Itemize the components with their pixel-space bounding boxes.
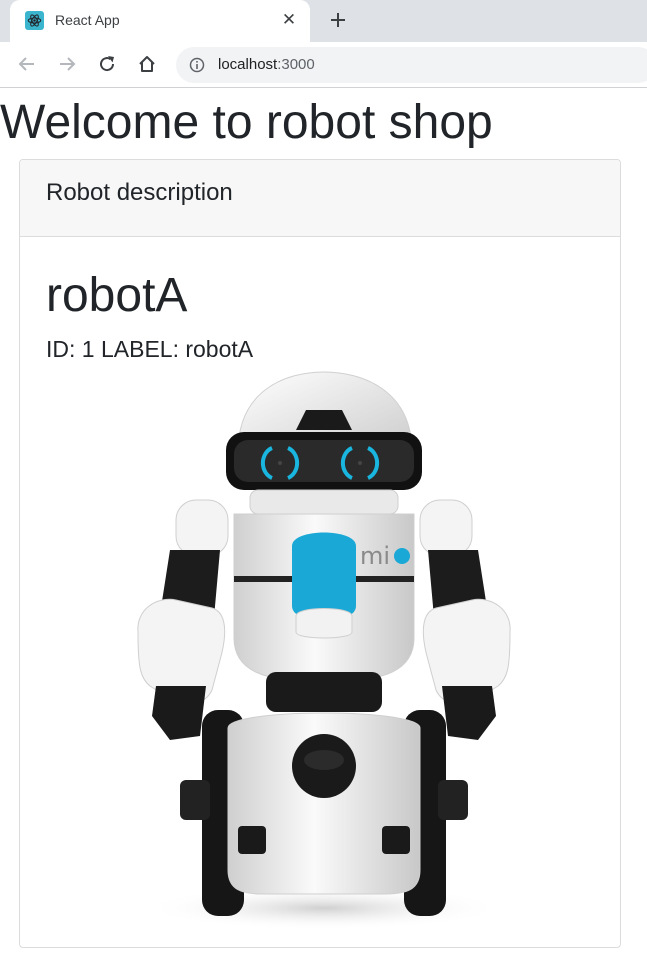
forward-icon: [60, 57, 76, 71]
robot-id-label: ID:: [46, 336, 76, 362]
card-header-title: Robot description: [46, 179, 233, 206]
close-icon[interactable]: ✕: [278, 9, 300, 31]
page-title: Welcome to robot shop: [0, 96, 493, 149]
card-body: robotA ID: 1 LABEL: robotA: [20, 237, 620, 363]
forward-button[interactable]: [55, 52, 79, 76]
plus-icon: [331, 13, 345, 27]
svg-text:mi: mi: [360, 542, 390, 570]
react-atom-icon: [25, 11, 44, 30]
card-header: Robot description: [20, 160, 620, 237]
home-button[interactable]: [135, 52, 159, 76]
address-bar[interactable]: localhost:3000: [176, 47, 647, 83]
reload-icon: [100, 56, 115, 72]
url-host: localhost: [218, 56, 278, 73]
robot-image: mi: [137, 371, 511, 930]
back-icon: [18, 57, 34, 71]
robot-id: 1: [81, 336, 95, 362]
robot-meta: ID: 1 LABEL: robotA: [46, 335, 594, 363]
browser-tab[interactable]: React App ✕: [10, 0, 310, 42]
browser-toolbar: localhost:3000: [0, 42, 647, 88]
url-text[interactable]: localhost:3000: [218, 56, 315, 73]
robot-label-label: LABEL:: [100, 336, 179, 362]
home-icon: [139, 56, 155, 72]
back-button[interactable]: [15, 52, 39, 76]
reload-button[interactable]: [95, 52, 119, 76]
browser-tabstrip: React App ✕: [0, 0, 647, 42]
robot-name: robotA: [46, 269, 188, 322]
url-port: :3000: [277, 56, 315, 73]
info-icon[interactable]: [189, 57, 205, 73]
new-tab-button[interactable]: [326, 8, 350, 32]
robot-card: Robot description robotA ID: 1 LABEL: ro…: [19, 159, 621, 948]
tab-title: React App: [55, 12, 120, 28]
robot-label: robotA: [185, 336, 254, 362]
